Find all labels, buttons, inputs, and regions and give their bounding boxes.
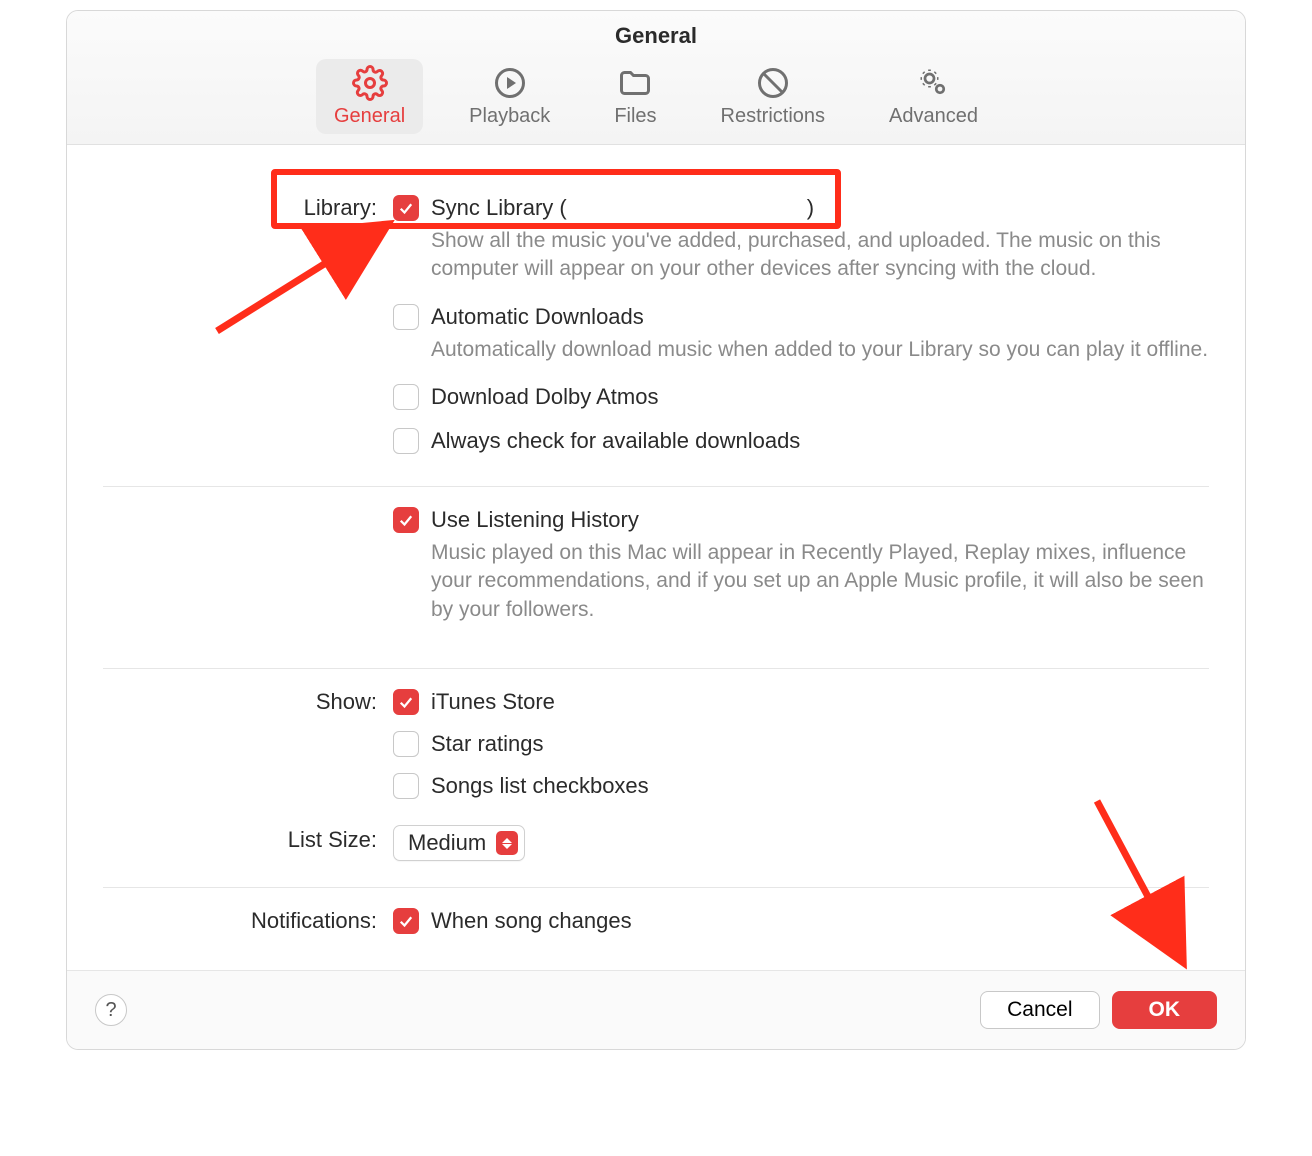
sync-library-desc: Show all the music you've added, purchas… [431,227,1209,284]
auto-downloads-checkbox[interactable] [393,304,419,330]
songs-checkboxes-label: Songs list checkboxes [431,771,649,799]
show-label: Show: [103,687,393,715]
content-area: Library: Sync Library () Show all the mu… [67,145,1245,966]
dolby-label: Download Dolby Atmos [431,382,658,410]
tab-restrictions[interactable]: Restrictions [703,59,843,134]
auto-downloads-desc: Automatically download music when added … [431,336,1209,364]
tab-label: Files [614,105,656,128]
tab-playback[interactable]: Playback [451,59,568,134]
sync-library-label: Sync Library () [431,193,814,221]
cancel-button[interactable]: Cancel [980,991,1099,1029]
tab-advanced[interactable]: Advanced [871,59,996,134]
prohibited-icon [755,65,791,101]
auto-downloads-label: Automatic Downloads [431,302,644,330]
window-header: General General Playback Files [67,11,1245,145]
sync-library-checkbox[interactable] [393,195,419,221]
gear-icon [352,65,388,101]
help-button[interactable]: ? [95,994,127,1026]
check-downloads-checkbox[interactable] [393,428,419,454]
itunes-store-label: iTunes Store [431,687,555,715]
play-icon [492,65,528,101]
tab-bar: General Playback Files Restrictions [67,59,1245,134]
tab-label: General [334,105,405,128]
notifications-label: Notifications: [103,906,393,934]
help-icon: ? [105,999,116,1022]
updown-icon [496,831,518,855]
star-ratings-label: Star ratings [431,729,544,757]
list-size-label: List Size: [103,825,393,853]
list-size-popup[interactable]: Medium [393,825,525,861]
gears-icon [916,65,952,101]
tab-label: Restrictions [721,105,825,128]
tab-files[interactable]: Files [596,59,674,134]
songs-checkboxes-checkbox[interactable] [393,773,419,799]
footer: ? Cancel OK [67,970,1245,1049]
ok-button[interactable]: OK [1112,991,1218,1029]
dolby-checkbox[interactable] [393,384,419,410]
redacted-account [567,198,807,220]
star-ratings-checkbox[interactable] [393,731,419,757]
tab-general[interactable]: General [316,59,423,134]
listening-history-desc: Music played on this Mac will appear in … [431,539,1209,624]
listening-history-checkbox[interactable] [393,507,419,533]
list-size-value: Medium [408,830,486,856]
window-title: General [67,23,1245,49]
tab-label: Playback [469,105,550,128]
library-label: Library: [103,193,393,221]
song-changes-checkbox[interactable] [393,908,419,934]
song-changes-label: When song changes [431,906,632,934]
listening-history-label: Use Listening History [431,505,639,533]
check-downloads-label: Always check for available downloads [431,426,800,454]
itunes-store-checkbox[interactable] [393,689,419,715]
folder-icon [617,65,653,101]
tab-label: Advanced [889,105,978,128]
